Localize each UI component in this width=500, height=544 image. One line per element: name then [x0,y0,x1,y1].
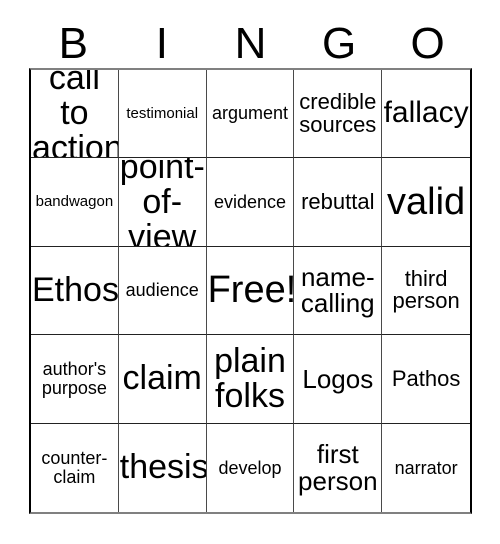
bingo-cell-label: counter- claim [41,448,108,487]
bingo-cell-label: thesis [119,448,207,487]
bingo-cell-label: evidence [213,191,287,212]
bingo-cell-r2c2[interactable]: point- of-view [118,158,207,247]
bingo-cell-r1c2[interactable]: testimonial [118,70,207,159]
bingo-cell-r3c3[interactable]: Free! [206,246,295,336]
bingo-cell-r4c3[interactable]: plain folks [206,335,295,424]
bingo-cell-r4c5[interactable]: Pathos [382,335,470,424]
bingo-header-letter-b: B [58,19,88,68]
bingo-cell-r3c5[interactable]: third person [382,246,470,336]
bingo-cell-label: argument [211,103,289,124]
bingo-cell-label: plain folks [214,341,286,415]
bingo-cell-label: point- of-view [119,158,205,247]
bingo-cell-label: narrator [394,457,458,478]
bingo-cell-label: testimonial [126,104,199,122]
bingo-cell-r5c3[interactable]: develop [206,423,295,512]
bingo-card: B I N G O call to action testimonial argum… [0,0,500,544]
bingo-header-letter-i: I [155,19,168,68]
bingo-cell-label: Ethos [32,270,119,309]
bingo-cell-r2c4[interactable]: rebuttal [294,158,383,247]
bingo-grid: call to action testimonial argument credibl… [29,68,472,514]
bingo-cell-label: name- calling [300,261,375,319]
bingo-cell-r3c4[interactable]: name- calling [294,246,383,336]
bingo-cell-r4c4[interactable]: Logos [294,335,383,424]
bingo-cell-label: call to action [32,70,119,159]
bingo-cell-r5c4[interactable]: first person [294,423,383,512]
bingo-cell-label: credible sources [299,89,377,137]
bingo-cell-r4c1[interactable]: author's purpose [31,335,119,424]
bingo-header-letter-o: O [410,19,445,68]
bingo-cell-label: Logos [302,363,374,394]
bingo-header-row: B I N G O [29,16,472,68]
bingo-header-letter-g: G [321,19,357,68]
bingo-cell-label: bandwagon [35,193,114,211]
bingo-cell-r5c2[interactable]: thesis [118,423,207,512]
bingo-cell-r2c3[interactable]: evidence [206,158,295,247]
bingo-cell-label: first person [298,439,378,496]
bingo-cell-r4c2[interactable]: claim [118,335,207,424]
bingo-cell-label: develop [218,457,282,478]
bingo-cell-label: claim [122,359,202,398]
bingo-cell-r5c5[interactable]: narrator [382,423,470,512]
bingo-cell-label: audience [125,280,199,301]
bingo-cell-r2c5[interactable]: valid [382,158,470,247]
bingo-cell-label: fallacy [383,96,469,130]
bingo-cell-r1c5[interactable]: fallacy [382,70,470,159]
bingo-cell-label: author's purpose [41,359,107,398]
bingo-cell-r1c1[interactable]: call to action [31,70,119,159]
bingo-header-letter-n: N [234,19,267,68]
bingo-cell-r1c4[interactable]: credible sources [294,70,383,159]
bingo-cell-label: rebuttal [301,188,375,214]
bingo-cell-r3c2[interactable]: audience [118,246,207,336]
bingo-cell-label: valid [387,180,466,223]
bingo-cell-label: Free! [207,268,295,311]
bingo-cell-label: Pathos [391,365,461,391]
bingo-cell-r3c1[interactable]: Ethos [31,246,119,336]
bingo-cell-r1c3[interactable]: argument [206,70,295,159]
bingo-cell-r5c1[interactable]: counter- claim [31,423,119,512]
bingo-cell-r2c1[interactable]: bandwagon [31,158,119,247]
bingo-cell-label: third person [392,265,460,314]
